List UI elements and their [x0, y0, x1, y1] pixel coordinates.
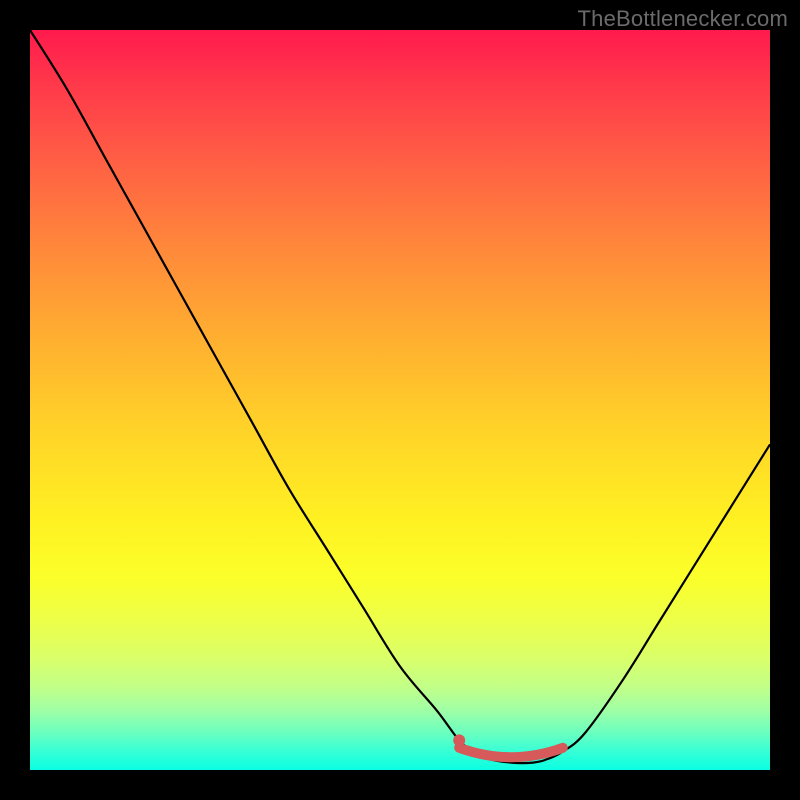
chart-frame: TheBottlenecker.com: [0, 0, 800, 800]
watermark-text: TheBottlenecker.com: [578, 6, 788, 32]
curve-layer: [30, 30, 770, 770]
optimal-range-highlight: [459, 748, 563, 757]
bottleneck-curve: [30, 30, 770, 763]
plot-area: [30, 30, 770, 770]
optimal-point-dot: [453, 734, 465, 746]
